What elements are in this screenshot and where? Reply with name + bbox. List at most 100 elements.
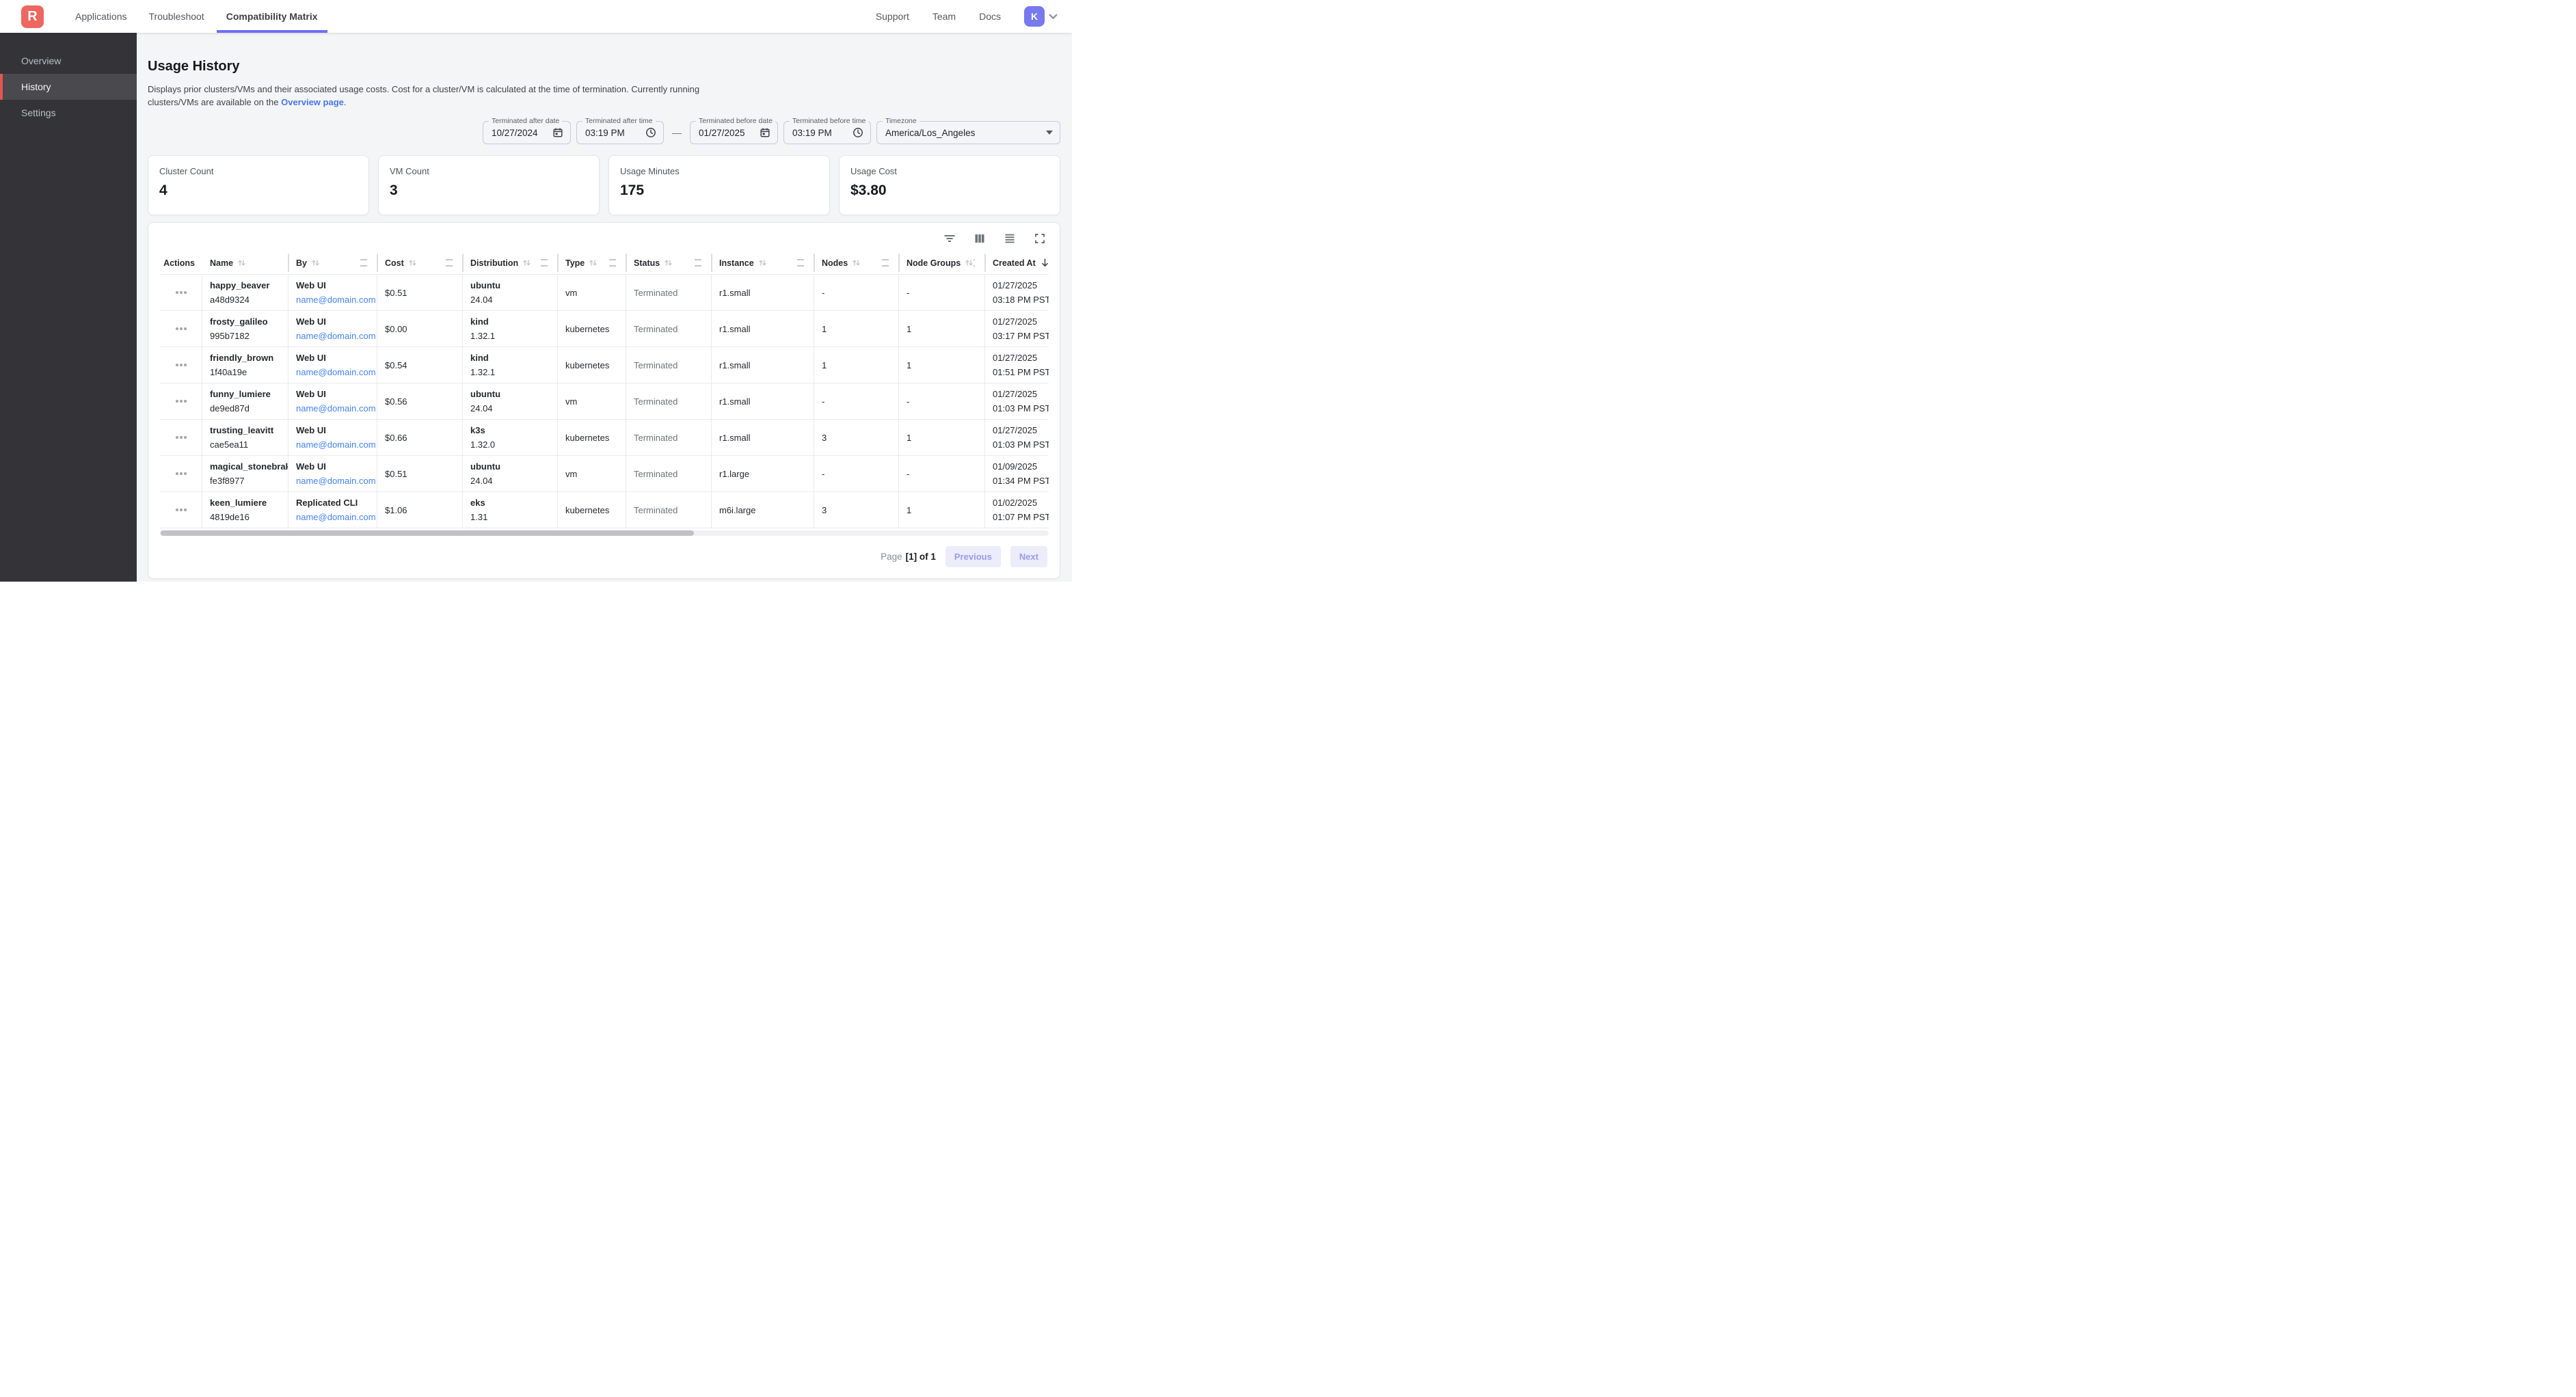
sort-icon[interactable] (758, 258, 767, 267)
clock-icon[interactable] (645, 127, 656, 138)
drag-handle-icon[interactable] (609, 259, 616, 267)
created-by-email-link[interactable]: name@domain.com (296, 293, 370, 307)
column-header[interactable]: Instance (712, 252, 814, 274)
terminated-after-time-value[interactable]: 03:19 PM (585, 128, 640, 138)
timezone-value[interactable]: America/Los_Angeles (885, 128, 1041, 138)
terminated-after-date-value[interactable]: 10/27/2024 (492, 128, 547, 138)
cluster-name: friendly_brown (210, 351, 281, 365)
columns-icon[interactable] (974, 232, 986, 245)
topnav-link[interactable]: Team (933, 11, 956, 22)
density-icon[interactable] (1004, 232, 1016, 245)
stat-label: Cluster Count (159, 166, 358, 176)
horizontal-scrollbar[interactable] (160, 530, 1049, 536)
cell-distribution: k3s 1.32.0 (463, 420, 558, 455)
type-value: kubernetes (565, 431, 619, 445)
row-actions-button[interactable] (160, 383, 202, 419)
overview-page-link[interactable]: Overview page (281, 97, 344, 107)
cell-instance: r1.small (712, 275, 814, 310)
ellipsis-icon[interactable] (176, 436, 187, 439)
sort-icon[interactable] (408, 258, 417, 267)
terminated-before-time-value[interactable]: 03:19 PM (792, 128, 847, 138)
next-button[interactable]: Next (1010, 546, 1047, 567)
calendar-icon[interactable] (552, 127, 563, 138)
row-actions-button[interactable] (160, 420, 202, 455)
scrollbar-thumb[interactable] (161, 530, 694, 536)
sort-icon[interactable] (664, 258, 673, 267)
created-by-email-link[interactable]: name@domain.com (296, 365, 370, 379)
column-header[interactable]: Cost (377, 252, 463, 274)
timezone-select[interactable]: Timezone America/Los_Angeles (876, 121, 1060, 144)
nav-tab[interactable]: Applications (64, 0, 138, 33)
column-header[interactable]: Actions (160, 252, 202, 274)
row-actions-button[interactable] (160, 347, 202, 383)
terminated-after-date-field[interactable]: Terminated after date 10/27/2024 (483, 121, 571, 144)
sidebar-item[interactable]: History (0, 74, 137, 100)
column-header[interactable]: Node Groups (899, 252, 985, 274)
type-value: vm (565, 394, 619, 409)
created-by-email-link[interactable]: name@domain.com (296, 437, 370, 452)
created-by-email-link[interactable]: name@domain.com (296, 329, 370, 343)
drag-handle-icon[interactable] (974, 259, 975, 267)
topnav-link[interactable]: Docs (979, 11, 1001, 22)
drag-handle-icon[interactable] (695, 259, 701, 267)
column-header[interactable]: Distribution (463, 252, 558, 274)
terminated-before-date-field[interactable]: Terminated before date 01/27/2025 (690, 121, 778, 144)
row-actions-button[interactable] (160, 275, 202, 310)
cell-created-at: 01/27/2025 01:51 PM PST (985, 347, 1049, 383)
status-value: Terminated (634, 358, 704, 372)
terminated-before-date-value[interactable]: 01/27/2025 (699, 128, 754, 138)
sidebar-item[interactable]: Overview (0, 48, 137, 74)
column-header[interactable]: Type (558, 252, 626, 274)
replicated-logo[interactable]: R (21, 5, 44, 28)
ellipsis-icon[interactable] (176, 364, 187, 366)
usage-table-card: Actions Name By Cost Distribution (148, 222, 1060, 579)
ellipsis-icon[interactable] (176, 400, 187, 403)
cluster-name: frosty_galileo (210, 314, 281, 329)
filter-icon[interactable] (943, 232, 956, 245)
sidebar-item[interactable]: Settings (0, 100, 137, 126)
column-header[interactable]: Nodes (814, 252, 899, 274)
cluster-name: keen_lumiere (210, 496, 281, 510)
ellipsis-icon[interactable] (176, 508, 187, 511)
sort-desc-icon[interactable] (1040, 258, 1050, 268)
drag-handle-icon[interactable] (360, 259, 367, 267)
terminated-before-time-field[interactable]: Terminated before time 03:19 PM (783, 121, 871, 144)
drag-handle-icon[interactable] (446, 259, 453, 267)
created-by-email-link[interactable]: name@domain.com (296, 474, 370, 488)
row-actions-button[interactable] (160, 492, 202, 528)
user-menu[interactable]: K (1024, 6, 1058, 27)
sort-icon[interactable] (589, 258, 598, 267)
drag-handle-icon[interactable] (797, 259, 804, 267)
sort-icon[interactable] (852, 258, 861, 267)
topnav-link[interactable]: Support (876, 11, 909, 22)
ellipsis-icon[interactable] (176, 472, 187, 475)
row-actions-button[interactable] (160, 456, 202, 491)
fullscreen-icon[interactable] (1034, 232, 1046, 245)
created-by-email-link[interactable]: name@domain.com (296, 401, 370, 416)
column-header[interactable]: Created At (985, 252, 1049, 274)
terminated-after-time-field[interactable]: Terminated after time 03:19 PM (576, 121, 664, 144)
previous-button[interactable]: Previous (945, 546, 1001, 567)
column-header[interactable]: Status (626, 252, 712, 274)
cell-type: kubernetes (558, 311, 626, 347)
main-content: Usage History Displays prior clusters/VM… (137, 33, 1072, 582)
sort-icon[interactable] (522, 258, 531, 267)
created-by-email-link[interactable]: name@domain.com (296, 510, 370, 524)
drag-handle-icon[interactable] (541, 259, 548, 267)
sort-icon[interactable] (311, 258, 320, 267)
clock-icon[interactable] (853, 127, 863, 138)
column-header[interactable]: Name (202, 252, 289, 274)
calendar-icon[interactable] (760, 127, 770, 138)
ellipsis-icon[interactable] (176, 327, 187, 330)
nav-tab[interactable]: Troubleshoot (138, 0, 215, 33)
column-header[interactable]: By (289, 252, 377, 274)
chevron-down-icon[interactable] (1048, 12, 1058, 22)
ellipsis-icon[interactable] (176, 291, 187, 294)
sort-icon[interactable] (237, 258, 246, 267)
drag-handle-icon[interactable] (882, 259, 889, 267)
sort-icon[interactable] (965, 258, 974, 267)
row-actions-button[interactable] (160, 311, 202, 347)
nav-tab[interactable]: Compatibility Matrix (215, 0, 329, 33)
avatar[interactable]: K (1024, 6, 1045, 27)
description-period: . (344, 97, 347, 107)
